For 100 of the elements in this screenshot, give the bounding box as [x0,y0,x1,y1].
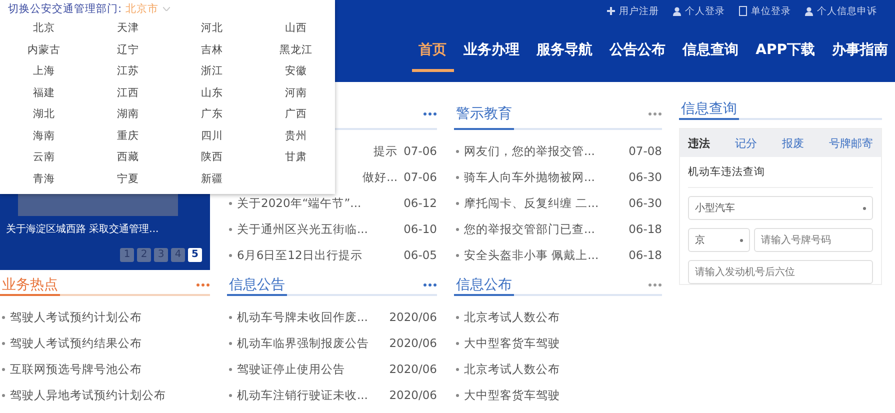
region-option[interactable]: 甘肃 [254,147,338,168]
region-option[interactable]: 河北 [170,18,254,40]
region-option[interactable]: 云南 [2,147,86,168]
region-option[interactable]: 江西 [86,82,170,104]
news-link[interactable]: 互联网预选号牌号池公布 [10,362,210,376]
query-tab[interactable]: 号牌邮寄 [829,136,873,150]
region-option[interactable]: 山东 [170,82,254,104]
region-option[interactable]: 湖南 [86,104,170,126]
region-option[interactable]: 黑龙江 [254,40,338,61]
region-option[interactable]: 河南 [254,82,338,104]
top-link[interactable]: 个人信息申诉 [805,4,877,18]
news-link[interactable]: 机动车临界强制报废公告 [237,336,384,350]
region-option[interactable]: 广东 [170,104,254,126]
news-date: 2020/06 [389,388,437,402]
nav-tab[interactable]: 首页 [412,39,454,72]
nav-tab[interactable]: 公告公布 [602,39,673,72]
news-link[interactable]: 关于2020年“端午节”... [237,196,398,210]
region-option[interactable]: 海南 [2,126,86,147]
vehicle-type-select[interactable]: 小型汽车 [688,196,873,220]
region-option[interactable]: 上海 [2,61,86,82]
news-link[interactable]: 北京考试人数公布 [464,310,662,324]
news-link[interactable]: 驾驶人考试预约计划公布 [10,310,210,324]
engine-number-field[interactable]: 请输入发动机号后六位 [688,260,873,284]
news-link[interactable]: 机动车号牌未收回作废... [237,310,384,324]
news-link[interactable]: 北京考试人数公布 [464,362,662,376]
news-date: 06-18 [628,222,662,236]
news-link[interactable]: 摩托闯卡、反复纠缠 二... [464,196,623,210]
region-option[interactable]: 北京 [2,18,86,40]
region-option[interactable]: 辽宁 [86,40,170,61]
top-link[interactable]: 用户注册 [607,4,659,18]
section-title: 警示教育 [455,105,512,123]
news-date: 07-08 [628,144,662,158]
page-button[interactable]: 5 [188,248,202,262]
more-icon[interactable] [423,112,437,116]
bullet-icon [456,316,459,318]
nav-tab[interactable]: APP下载 [748,39,822,72]
region-option[interactable]: 四川 [170,126,254,147]
news-link[interactable]: 关于通州区兴光五街临... [237,222,398,236]
more-icon[interactable] [648,112,662,116]
more-icon[interactable] [196,283,210,287]
news-link[interactable]: 您的举报交管部门已查... [464,222,623,236]
news-link[interactable]: 大中型客货车驾驶 [464,336,662,350]
region-option[interactable]: 浙江 [170,61,254,82]
query-tab[interactable]: 违法 [688,136,710,150]
region-option[interactable]: 重庆 [86,126,170,147]
bullet-icon [229,316,232,318]
top-link[interactable]: 个人登录 [673,4,725,18]
news-link[interactable]: 驾驶人考试预约结果公布 [10,336,210,350]
section-title: 业务热点 [1,276,58,294]
bullet-icon [229,368,232,370]
region-option[interactable]: 西藏 [86,147,170,168]
news-link[interactable]: 安全头盔非小事 佩戴上... [464,248,623,262]
region-option[interactable]: 青海 [2,168,86,190]
news-link[interactable]: 驾驶人异地考试预约计划公布 [10,388,210,402]
top-link[interactable]: 单位登录 [739,4,791,18]
region-option[interactable]: 湖北 [2,104,86,126]
news-date: 2020/06 [389,362,437,376]
plate-number-field[interactable]: 请输入号牌号码 [754,228,873,252]
query-tab[interactable]: 记分 [735,136,757,150]
query-tab[interactable]: 报废 [782,136,804,150]
bullet-icon [456,342,459,344]
person-icon [805,6,813,16]
news-link[interactable]: 大中型客货车驾驶 [464,388,662,402]
nav-tab[interactable]: 信息查询 [676,39,746,72]
news-link[interactable]: 网友们，您的举报交管... [464,144,623,158]
document-icon [739,6,747,16]
region-option[interactable]: 天津 [86,18,170,40]
region-option[interactable]: 新疆 [170,168,254,190]
region-option[interactable]: 福建 [2,82,86,104]
news-link[interactable]: 驾驶证停止使用公告 [237,362,384,376]
bullet-icon [229,202,232,204]
news-date: 06-10 [404,222,437,236]
region-option[interactable]: 贵州 [254,126,338,147]
more-icon[interactable] [423,283,437,287]
news-date: 06-30 [628,196,662,210]
news-date: 2020/06 [389,336,437,350]
region-option[interactable]: 安徽 [254,61,338,82]
bullet-icon [229,342,232,344]
news-link[interactable]: 6月6日至12日出行提示 [237,248,398,262]
more-icon[interactable] [648,283,662,287]
banner-caption[interactable]: 关于海淀区城西路 采取交通管理... [6,222,159,236]
province-select[interactable]: 京 [688,228,750,252]
region-option[interactable]: 陕西 [170,147,254,168]
caret-icon [162,7,170,11]
news-date: 06-05 [404,248,437,262]
region-option[interactable]: 山西 [254,18,338,40]
region-option[interactable]: 江苏 [86,61,170,82]
region-option[interactable]: 内蒙古 [2,40,86,61]
news-date: 07-06 [404,170,437,184]
region-option[interactable]: 宁夏 [86,168,170,190]
news-link[interactable]: 骑车人向车外抛物被网... [464,170,623,184]
nav-tab[interactable]: 业务办理 [456,39,527,72]
section-title: 信息公告 [228,276,285,294]
nav-tab[interactable]: 服务导航 [530,39,600,72]
news-link[interactable]: 机动车注销行驶证未收... [237,388,384,402]
region-option[interactable]: 广西 [254,104,338,126]
bullet-icon [456,368,459,370]
bullet-icon [456,254,459,256]
nav-tab[interactable]: 办事指南 [825,39,895,72]
region-option[interactable]: 吉林 [170,40,254,61]
